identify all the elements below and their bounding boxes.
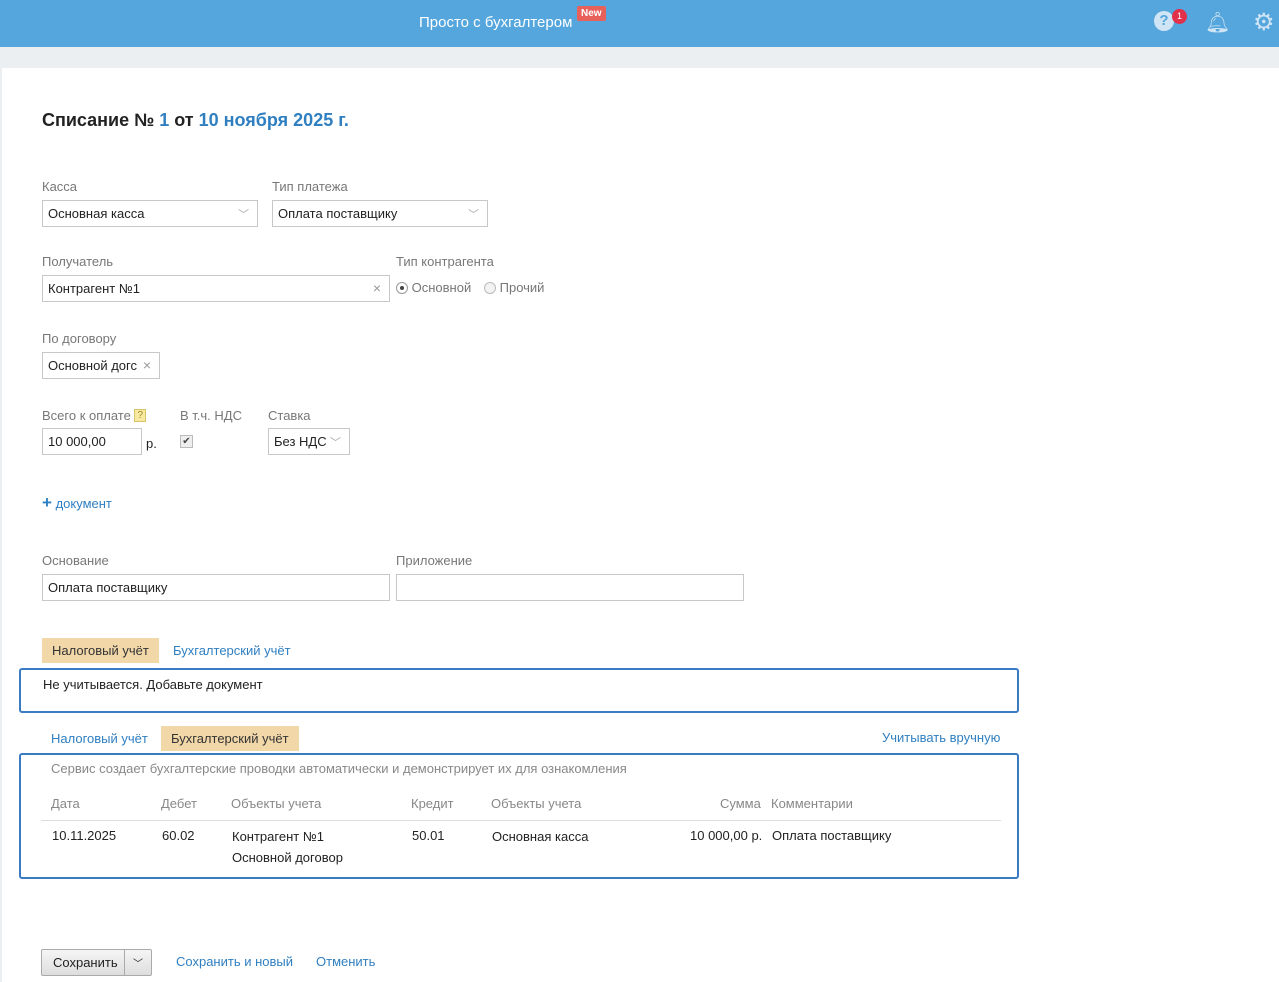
radio-main[interactable]: Основной	[396, 280, 471, 295]
total-label-text: Всего к оплате	[42, 408, 131, 423]
attachment-input[interactable]	[396, 574, 744, 601]
chevron-down-icon: ﹀	[133, 959, 143, 970]
row-debit-obj2: Основной договор	[232, 850, 343, 865]
top-bar	[0, 0, 1279, 47]
help-icon[interactable]: ?	[134, 409, 147, 422]
radio-checked-icon	[396, 282, 408, 294]
add-document-label: документ	[55, 496, 112, 511]
contract-label: По договору	[42, 331, 117, 346]
tab-tax-2[interactable]: Налоговый учёт	[41, 726, 158, 751]
col-debit-objects: Объекты учета	[231, 796, 322, 811]
clear-icon[interactable]: ×	[373, 280, 381, 296]
row-debit-obj1: Контрагент №1	[232, 829, 325, 844]
payment-type-value: Оплата поставщику	[278, 206, 398, 221]
recipient-input[interactable]: Контрагент №1 ×	[42, 275, 390, 302]
row-credit: 50.01	[412, 828, 445, 843]
basis-label: Основание	[42, 553, 109, 568]
row-debit: 60.02	[162, 828, 195, 843]
chevron-down-icon: ﹀	[330, 437, 341, 449]
tax-panel: Не учитывается. Добавьте документ	[19, 668, 1019, 713]
help-count-badge: 1	[1172, 9, 1187, 24]
cancel-link[interactable]: Отменить	[316, 954, 375, 969]
bell-icon[interactable]: 🔔︎	[1205, 10, 1230, 35]
clear-icon[interactable]: ×	[143, 357, 151, 373]
save-button[interactable]: Сохранить	[41, 949, 130, 976]
kassa-label: Касса	[42, 179, 78, 194]
brand-link[interactable]: Просто с бухгалтером	[419, 14, 572, 31]
contract-value: Основной догс	[48, 358, 137, 373]
title-mid: от	[174, 110, 194, 130]
total-input[interactable]: 10 000,00	[42, 428, 142, 455]
help-icon[interactable]: ?	[1154, 11, 1174, 31]
rate-select[interactable]: Без НДС ﹀	[268, 428, 350, 455]
col-date: Дата	[51, 796, 80, 811]
attachment-label: Приложение	[396, 553, 473, 568]
row-credit-obj: Основная касса	[492, 829, 589, 844]
payment-type-label: Тип платежа	[272, 179, 348, 194]
kassa-value: Основная касса	[48, 206, 145, 221]
radio-other[interactable]: Прочий	[484, 280, 544, 295]
plus-icon: +	[42, 493, 52, 512]
recipient-value: Контрагент №1	[48, 281, 141, 296]
row-comment: Оплата поставщику	[772, 828, 892, 843]
rate-value: Без НДС	[274, 434, 327, 449]
chevron-down-icon: ﹀	[468, 209, 479, 221]
add-document-link[interactable]: + документ	[42, 493, 112, 513]
col-sum: Сумма	[720, 796, 761, 811]
divider	[0, 68, 2, 982]
chevron-down-icon: ﹀	[238, 209, 249, 221]
radio-unchecked-icon	[484, 282, 496, 294]
row-sum: 10 000,00 р.	[690, 828, 763, 843]
tab-accounting-1[interactable]: Бухгалтерский учёт	[163, 638, 301, 663]
radio-other-label: Прочий	[499, 280, 545, 295]
row-date: 10.11.2025	[52, 828, 117, 843]
accounting-panel: Сервис создает бухгалтерские проводки ав…	[19, 753, 1019, 879]
col-comment: Комментарии	[771, 796, 853, 811]
manual-accounting-link[interactable]: Учитывать вручную	[882, 730, 1000, 745]
gear-icon[interactable]: ⚙	[1253, 8, 1275, 37]
col-credit: Кредит	[411, 796, 454, 811]
doc-number[interactable]: 1	[159, 110, 169, 130]
save-new-link[interactable]: Сохранить и новый	[176, 954, 293, 969]
vat-included-label: В т.ч. НДС	[180, 408, 242, 423]
page-title: Списание № 1 от 10 ноября 2025 г.	[42, 110, 349, 131]
vat-checkbox[interactable]: ✔	[180, 435, 193, 448]
tab-tax-1[interactable]: Налоговый учёт	[42, 638, 159, 663]
rate-label: Ставка	[268, 408, 311, 423]
tax-message: Не учитывается. Добавьте документ	[43, 677, 263, 692]
new-badge: New	[577, 6, 606, 21]
total-label: Всего к оплате ?	[42, 408, 147, 423]
tab-accounting-2[interactable]: Бухгалтерский учёт	[161, 726, 299, 751]
recipient-label: Получатель	[42, 254, 114, 269]
contract-input[interactable]: Основной догс ×	[42, 352, 160, 379]
col-credit-objects: Объекты учета	[491, 796, 582, 811]
sub-bar	[0, 47, 1279, 68]
accounting-info: Сервис создает бухгалтерские проводки ав…	[51, 761, 627, 776]
table-divider	[41, 820, 1001, 821]
currency-label: р.	[146, 436, 157, 451]
radio-main-label: Основной	[411, 280, 472, 295]
kassa-select[interactable]: Основная касса ﹀	[42, 200, 258, 227]
counterparty-type-label: Тип контрагента	[396, 254, 494, 269]
save-dropdown-button[interactable]: ﹀	[124, 949, 152, 976]
payment-type-select[interactable]: Оплата поставщику ﹀	[272, 200, 488, 227]
title-prefix: Списание №	[42, 110, 155, 130]
col-debit: Дебет	[161, 796, 197, 811]
doc-date[interactable]: 10 ноября 2025 г.	[199, 110, 349, 130]
basis-input[interactable]: Оплата поставщику	[42, 574, 390, 601]
